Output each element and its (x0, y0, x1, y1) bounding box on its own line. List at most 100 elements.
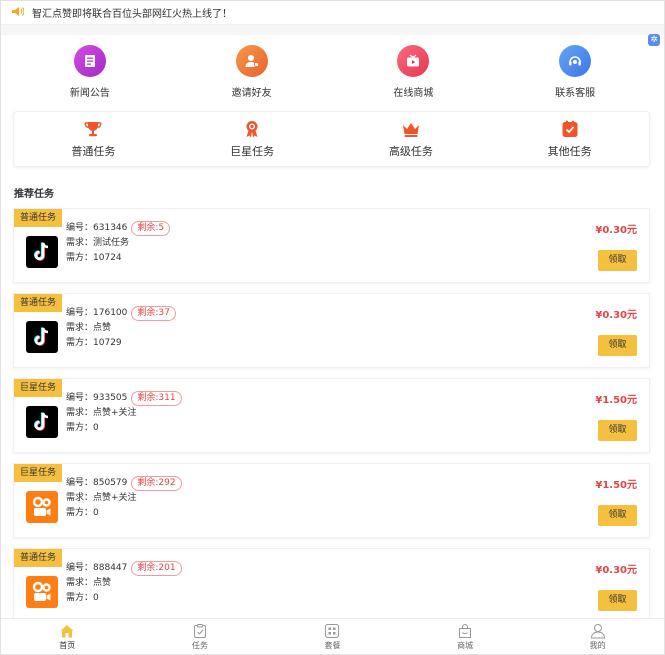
task-owner-label: 需方： (66, 423, 94, 433)
tab-label: 任务 (191, 641, 208, 650)
tab-label: 我的 (589, 641, 606, 650)
task-req: 点赞 (93, 323, 112, 333)
notice-bar[interactable]: 智汇点赞即将联合百位头部网红火热上线了！ (1, 1, 664, 25)
tier-label: 普通任务 (71, 145, 116, 158)
claim-button[interactable]: 领取 (598, 250, 637, 271)
speaker-icon (11, 6, 25, 20)
kuaishou-icon (26, 576, 58, 608)
user-icon (590, 624, 605, 639)
tier-advanced[interactable]: 高级任务 (336, 119, 486, 159)
tab-mall[interactable]: 商城 (405, 619, 525, 654)
quick-nav-label: 新闻公告 (69, 88, 110, 99)
medal-icon (246, 121, 258, 138)
task-owner-label: 需方： (66, 508, 94, 518)
task-tag: 普通任务 (14, 294, 62, 312)
tab-label: 首页 (59, 641, 76, 650)
task-id: 631346 (93, 223, 128, 233)
remain-badge: 剩余:292 (131, 476, 182, 491)
kuaishou-icon (26, 491, 58, 523)
task-card: 普通任务 编号： 888447 剩余:201 需求： 点赞 需方： 0 ¥0.30元 领… (13, 548, 650, 623)
task-tag: 普通任务 (14, 549, 62, 567)
remain-badge: 剩余:201 (131, 561, 182, 576)
task-req-label: 需求： (66, 408, 94, 418)
task-info: 编号： 631346 剩余:5 需求： 测试任务 需方： 10724 (66, 221, 171, 266)
quick-nav-label: 在线商城 (393, 88, 434, 99)
task-card: 巨星任务 编号： 850579 剩余:292 需求： 点赞+关注 需方： 0 ¥1.50… (13, 463, 650, 538)
quick-nav-invite[interactable]: 邀请好友 (177, 45, 327, 99)
claim-button[interactable]: 领取 (598, 335, 637, 356)
mall-icon (459, 624, 472, 638)
service-icon (559, 45, 592, 77)
task-card: 普通任务 编号： 631346 剩余:5 需求： 测试任务 需方： 10724 ¥0.3… (13, 208, 650, 283)
tier-label: 其他任务 (547, 145, 592, 158)
tab-mine[interactable]: 我的 (538, 619, 658, 654)
tab-home[interactable]: 首页 (7, 619, 127, 654)
task-req: 点赞+关注 (93, 408, 137, 418)
task-id-label: 编号： (66, 308, 94, 318)
task-info: 编号： 176100 剩余:37 需求： 点赞 需方： 10729 (66, 306, 176, 351)
home-icon (60, 625, 74, 638)
task-owner: 0 (93, 593, 99, 603)
task-price: ¥0.30元 (595, 310, 637, 321)
tier-star[interactable]: 巨星任务 (177, 119, 327, 159)
task-id: 176100 (93, 308, 128, 318)
tab-task[interactable]: 任务 (140, 619, 260, 654)
quick-nav: 新闻公告 邀请好友 在线商城 联系客服 (1, 35, 664, 109)
remain-badge: 剩余:5 (131, 221, 171, 236)
claim-button[interactable]: 领取 (598, 505, 637, 526)
app-page: 智汇点赞即将联合百位头部网红火热上线了！ ✲ 新闻公告 邀请好友 在线商城 联系… (0, 0, 665, 655)
task-id-label: 编号： (66, 478, 94, 488)
trophy-icon (85, 122, 102, 137)
task-price: ¥0.30元 (595, 565, 637, 576)
package-icon (325, 624, 340, 638)
claim-button[interactable]: 领取 (598, 590, 637, 611)
remain-badge: 剩余:37 (131, 306, 176, 321)
task-owner-label: 需方： (66, 338, 94, 348)
task-info: 编号： 888447 剩余:201 需求： 点赞 需方： 0 (66, 561, 182, 606)
task-req: 测试任务 (93, 238, 130, 248)
task-req: 点赞 (93, 578, 112, 588)
task-id-label: 编号： (66, 223, 94, 233)
task-list: 普通任务 编号： 631346 剩余:5 需求： 测试任务 需方： 10724 ¥0.3… (1, 208, 664, 623)
task-card: 巨星任务 编号： 933505 剩余:311 需求： 点赞+关注 需方： 0 ¥1.50… (13, 378, 650, 453)
tier-normal[interactable]: 普通任务 (18, 119, 168, 159)
task-tag: 巨星任务 (14, 464, 62, 482)
task-owner-label: 需方： (66, 593, 94, 603)
task-info: 编号： 850579 剩余:292 需求： 点赞+关注 需方： 0 (66, 476, 182, 521)
task-price: ¥1.50元 (595, 395, 637, 406)
task-tag: 巨星任务 (14, 379, 62, 397)
task-owner-label: 需方： (66, 253, 94, 263)
news-icon (73, 45, 106, 77)
tiktok-icon (26, 321, 58, 353)
tiktok-icon (26, 236, 58, 268)
quick-nav-label: 邀请好友 (231, 88, 272, 99)
task-req-label: 需求： (66, 238, 94, 248)
quick-nav-shop[interactable]: 在线商城 (338, 45, 488, 99)
remain-badge: 剩余:311 (131, 391, 182, 406)
tier-other[interactable]: 其他任务 (495, 119, 645, 159)
task-req-label: 需求： (66, 578, 94, 588)
floating-settings-icon[interactable]: ✲ (648, 34, 660, 46)
task-owner: 0 (93, 423, 99, 433)
tier-label: 高级任务 (388, 145, 433, 158)
tab-package[interactable]: 套餐 (272, 619, 392, 654)
tab-label: 商城 (457, 641, 474, 650)
tab-label: 套餐 (324, 641, 341, 650)
claim-button[interactable]: 领取 (598, 420, 637, 441)
task-id: 933505 (93, 393, 128, 403)
task-info: 编号： 933505 剩余:311 需求： 点赞+关注 需方： 0 (66, 391, 182, 436)
task-req-label: 需求： (66, 493, 94, 503)
section-title: 推荐任务 (14, 189, 54, 200)
bottom-tab-bar: 首页 任务 套餐 商城 我的 (1, 618, 664, 654)
task-id: 850579 (93, 478, 128, 488)
quick-nav-news[interactable]: 新闻公告 (15, 45, 165, 99)
clipboard-icon (562, 120, 578, 137)
tiktok-icon (26, 406, 58, 438)
crown-icon (402, 123, 419, 137)
task-id-label: 编号： (66, 393, 94, 403)
quick-nav-service[interactable]: 联系客服 (500, 45, 650, 99)
notice-text: 智汇点赞即将联合百位头部网红火热上线了！ (32, 9, 232, 20)
task-owner: 10729 (93, 338, 122, 348)
task-id: 888447 (93, 563, 128, 573)
invite-icon (235, 45, 268, 77)
